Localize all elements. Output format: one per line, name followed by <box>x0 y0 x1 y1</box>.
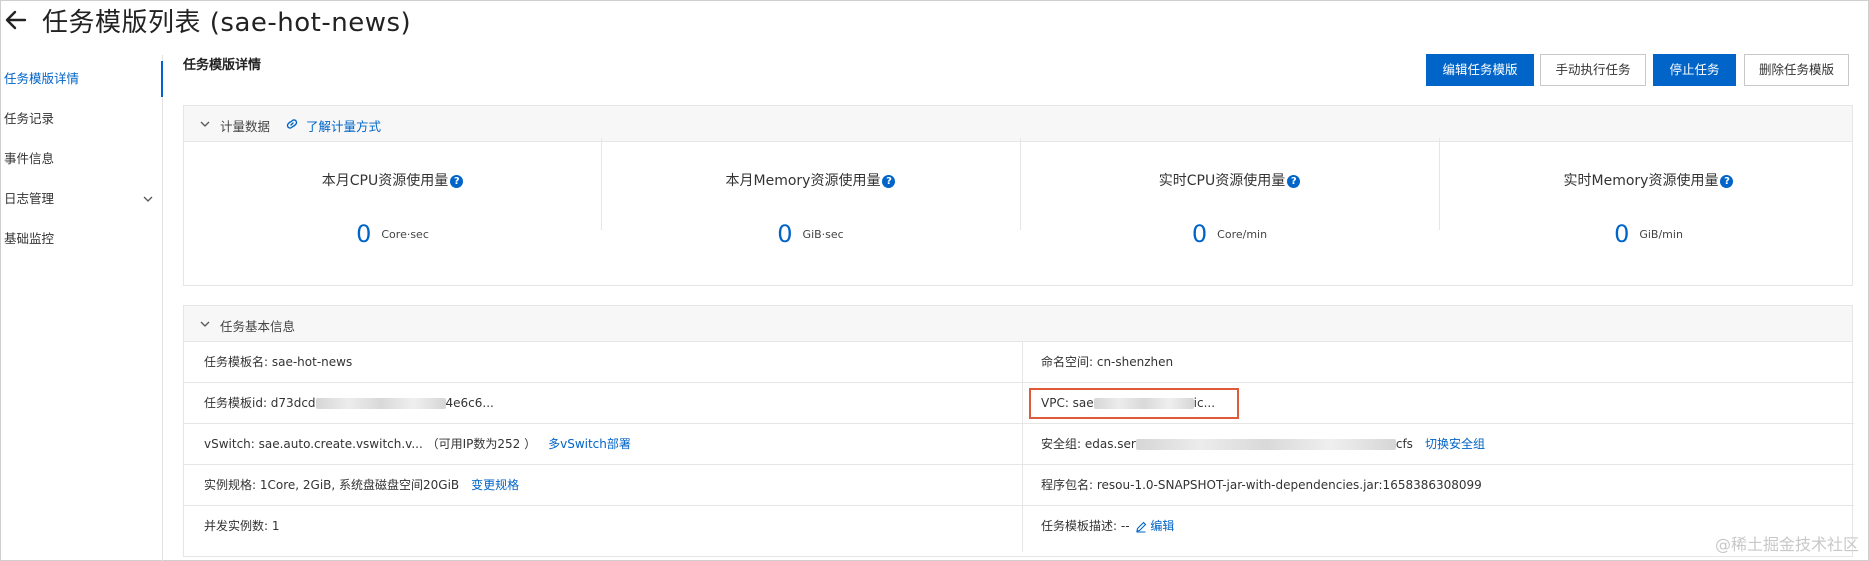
redacted-blur <box>1093 398 1194 409</box>
chevron-down-icon[interactable] <box>200 319 210 329</box>
template-id-suffix: 4e6c6... <box>445 396 494 410</box>
info-row: vSwitch: sae.auto.create.vswitch.v... （可… <box>184 424 1854 465</box>
info-row: 并发实例数: 1 任务模板描述: -- 编辑 <box>184 506 1854 547</box>
link-icon[interactable] <box>284 116 300 132</box>
metric-label: 实时Memory资源使用量 <box>1563 173 1719 189</box>
redacted-blur <box>315 398 446 409</box>
metering-panel-header[interactable]: 计量数据 了解计量方式 <box>184 106 1852 142</box>
chevron-down-icon <box>143 196 153 202</box>
vpc-suffix: ic... <box>1193 396 1216 410</box>
delete-template-button[interactable]: 删除任务模版 <box>1744 54 1849 86</box>
edit-template-button[interactable]: 编辑任务模版 <box>1426 54 1534 86</box>
package-name: 程序包名: resou-1.0-SNAPSHOT-jar-with-depend… <box>1041 478 1482 492</box>
back-arrow-icon[interactable] <box>4 8 28 32</box>
edit-description-link[interactable]: 编辑 <box>1150 519 1174 533</box>
template-id: 任务模板id: d73dcd 4e6c6... <box>204 383 494 424</box>
metric-unit: Core/min <box>1217 227 1268 241</box>
info-row: 任务模板名: sae-hot-news 命名空间: cn-shenzhen <box>184 342 1854 383</box>
vpc-prefix: VPC: sae <box>1041 396 1094 410</box>
desc-text: 任务模板描述: -- <box>1041 519 1130 533</box>
stop-task-button[interactable]: 停止任务 <box>1653 54 1736 86</box>
manual-run-button[interactable]: 手动执行任务 <box>1540 54 1646 86</box>
help-icon[interactable]: ? <box>1720 174 1734 188</box>
edit-pencil-icon[interactable] <box>1135 521 1147 533</box>
security-prefix: 安全组: edas.ser <box>1041 437 1136 451</box>
metric-cpu-month: 本月CPU资源使用量? 0 Core·sec <box>184 142 601 262</box>
basic-info-panel-header[interactable]: 任务基本信息 <box>184 306 1852 342</box>
metric-value: 0 <box>1191 220 1208 248</box>
chevron-down-icon[interactable] <box>200 119 210 129</box>
metering-title: 计量数据 <box>220 119 271 134</box>
metric-value: 0 <box>777 220 793 248</box>
sidebar-item-basic-monitoring[interactable]: 基础监控 <box>0 221 163 257</box>
metric-value: 0 <box>1614 220 1630 248</box>
security-group: 安全组: edas.ser cfs 切换安全组 <box>1041 424 1485 465</box>
concurrency: 并发实例数: 1 <box>204 519 280 533</box>
multi-vswitch-link[interactable]: 多vSwitch部署 <box>548 437 631 451</box>
metric-memory-month: 本月Memory资源使用量? 0 GiB·sec <box>602 142 1019 262</box>
namespace: 命名空间: cn-shenzhen <box>1041 355 1174 369</box>
vswitch-text: vSwitch: sae.auto.create.vswitch.v... （可… <box>204 437 537 451</box>
info-row: 实例规格: 1Core, 2GiB, 系统盘磁盘空间20GiB 变更规格 程序包名… <box>184 465 1854 506</box>
template-id-prefix: 任务模板id: d73dcd <box>204 396 316 410</box>
spec-text: 实例规格: 1Core, 2GiB, 系统盘磁盘空间20GiB <box>204 478 460 492</box>
metering-panel: 计量数据 了解计量方式 本月CPU资源使用量? 0 Core·sec 本月Memo… <box>183 105 1853 286</box>
metric-value: 0 <box>356 220 372 248</box>
watermark: @稀土掘金技术社区 <box>1714 535 1859 554</box>
metric-unit: GiB/min <box>1639 227 1683 241</box>
vswitch: vSwitch: sae.auto.create.vswitch.v... （可… <box>204 424 631 465</box>
metric-label: 本月Memory资源使用量 <box>725 173 881 189</box>
info-row: 任务模板id: d73dcd 4e6c6... VPC: sae ic... <box>184 383 1854 424</box>
metric-memory-realtime: 实时Memory资源使用量? 0 GiB/min <box>1440 142 1857 262</box>
metric-label: 实时CPU资源使用量 <box>1158 173 1286 189</box>
metric-cpu-realtime: 实时CPU资源使用量? 0 Core/min <box>1021 142 1438 262</box>
vpc: VPC: sae ic... <box>1041 383 1215 424</box>
help-icon[interactable]: ? <box>882 174 896 188</box>
section-title: 任务模版详情 <box>183 58 262 73</box>
sidebar-item-event-info[interactable]: 事件信息 <box>0 141 163 177</box>
page-title: 任务模版列表 (sae-hot-news) <box>42 8 412 38</box>
metric-unit: GiB·sec <box>802 227 844 241</box>
security-suffix: cfs <box>1395 437 1413 451</box>
change-spec-link[interactable]: 变更规格 <box>471 478 519 492</box>
sidebar-item-log-management[interactable]: 日志管理 <box>0 181 163 217</box>
help-icon[interactable]: ? <box>1287 174 1301 188</box>
template-name: 任务模板名: sae-hot-news <box>204 355 353 369</box>
sidebar-item-template-detail[interactable]: 任务模版详情 <box>0 61 163 97</box>
basic-info-panel: 任务基本信息 任务模板名: sae-hot-news 命名空间: cn-shen… <box>183 305 1854 557</box>
sidebar-item-task-records[interactable]: 任务记录 <box>0 101 163 137</box>
metric-unit: Core·sec <box>381 227 429 241</box>
switch-security-group-link[interactable]: 切换安全组 <box>1425 437 1485 451</box>
sidebar: 任务模版详情 任务记录 事件信息 日志管理 基础监控 <box>0 55 163 561</box>
sidebar-item-label: 日志管理 <box>4 191 55 206</box>
metering-learn-link[interactable]: 了解计量方式 <box>306 116 381 135</box>
basic-info-title: 任务基本信息 <box>220 319 296 334</box>
help-icon[interactable]: ? <box>450 174 464 188</box>
instance-spec: 实例规格: 1Core, 2GiB, 系统盘磁盘空间20GiB 变更规格 <box>204 465 519 506</box>
redacted-blur <box>1135 439 1396 450</box>
template-description: 任务模板描述: -- 编辑 <box>1041 506 1174 547</box>
metric-label: 本月CPU资源使用量 <box>321 173 449 189</box>
page-header: 任务模版列表 (sae-hot-news) <box>0 0 1869 40</box>
